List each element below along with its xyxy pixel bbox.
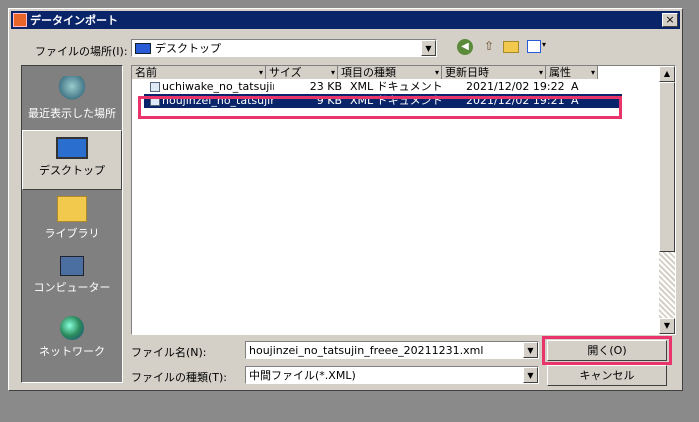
place-recent[interactable]: 最近表示した場所 — [22, 70, 122, 130]
place-label: ネットワーク — [39, 345, 105, 358]
network-icon — [60, 316, 84, 340]
cancel-button[interactable]: キャンセル — [547, 365, 667, 386]
filename-input[interactable]: houjinzei_no_tatsujin_freee_20211231.xml… — [245, 341, 539, 359]
desktop-icon — [56, 137, 88, 159]
column-header-name[interactable]: 名前 ▾ — [132, 66, 266, 79]
place-label: コンピューター — [33, 281, 111, 294]
lookin-value: デスクトップ — [155, 42, 221, 55]
places-bar: 最近表示した場所 デスクトップ ライブラリ コンピューター ネットワーク — [21, 65, 123, 383]
column-header-attributes[interactable]: 属性 ▾ — [546, 66, 598, 79]
scroll-thumb[interactable] — [659, 82, 675, 252]
libraries-icon — [57, 196, 87, 222]
file-attr: A — [571, 80, 579, 93]
desktop-small-icon — [135, 42, 151, 54]
file-type: XML ドキュメント — [350, 80, 443, 93]
lookin-combobox[interactable]: デスクトップ ▼ — [131, 39, 437, 57]
view-dropdown-icon[interactable]: ▾ — [542, 40, 546, 49]
window-title: データインポート — [30, 14, 118, 27]
place-label: ライブラリ — [44, 227, 100, 240]
row-highlight-frame — [138, 96, 622, 119]
file-name: uchiwake_no_tatsujin... — [162, 80, 274, 93]
chevron-down-icon[interactable]: ▼ — [421, 40, 436, 56]
scroll-down-icon[interactable]: ▼ — [659, 318, 675, 334]
import-dialog: データインポート × ファイルの場所(I): デスクトップ ▼ ◀ ⇧ ▾ 最近… — [8, 8, 683, 391]
lookin-label: ファイルの場所(I): — [35, 45, 128, 58]
app-icon — [13, 13, 27, 27]
computer-icon — [60, 256, 84, 276]
title-bar[interactable]: データインポート × — [11, 11, 680, 29]
column-header-modified[interactable]: 更新日時 ▾ — [442, 66, 546, 79]
file-modified: 2021/12/02 19:22 — [466, 80, 565, 93]
filename-value: houjinzei_no_tatsujin_freee_20211231.xml — [249, 343, 484, 357]
filename-label: ファイル名(N): — [131, 346, 207, 359]
place-desktop[interactable]: デスクトップ — [22, 130, 122, 190]
close-button[interactable]: × — [662, 13, 678, 27]
up-folder-icon[interactable]: ⇧ — [481, 39, 497, 55]
place-network[interactable]: ネットワーク — [22, 310, 122, 370]
back-icon[interactable]: ◀ — [457, 39, 473, 55]
scroll-up-icon[interactable]: ▲ — [659, 66, 675, 82]
filetype-select[interactable]: 中間ファイル(*.XML) ▼ — [245, 366, 539, 384]
column-header-size[interactable]: サイズ ▾ — [266, 66, 338, 79]
place-label: デスクトップ — [39, 164, 105, 177]
vertical-scrollbar[interactable]: ▲ ▼ — [659, 66, 675, 334]
place-computer[interactable]: コンピューター — [22, 250, 122, 310]
open-button-highlight-frame — [542, 336, 672, 365]
chevron-down-icon[interactable]: ▼ — [523, 367, 538, 383]
xml-file-icon — [150, 82, 160, 92]
column-header-type[interactable]: 項目の種類 ▾ — [338, 66, 442, 79]
file-row[interactable]: uchiwake_no_tatsujin... 23 KB XML ドキュメント… — [144, 80, 622, 94]
filetype-label: ファイルの種類(T): — [131, 371, 228, 384]
new-folder-icon[interactable] — [503, 41, 519, 53]
view-menu-icon[interactable] — [527, 40, 541, 53]
file-size: 23 KB — [309, 80, 342, 93]
chevron-down-icon[interactable]: ▼ — [523, 342, 538, 358]
place-label: 最近表示した場所 — [28, 107, 116, 120]
filetype-value: 中間ファイル(*.XML) — [249, 369, 356, 382]
place-libraries[interactable]: ライブラリ — [22, 190, 122, 250]
recent-places-icon — [57, 76, 87, 102]
